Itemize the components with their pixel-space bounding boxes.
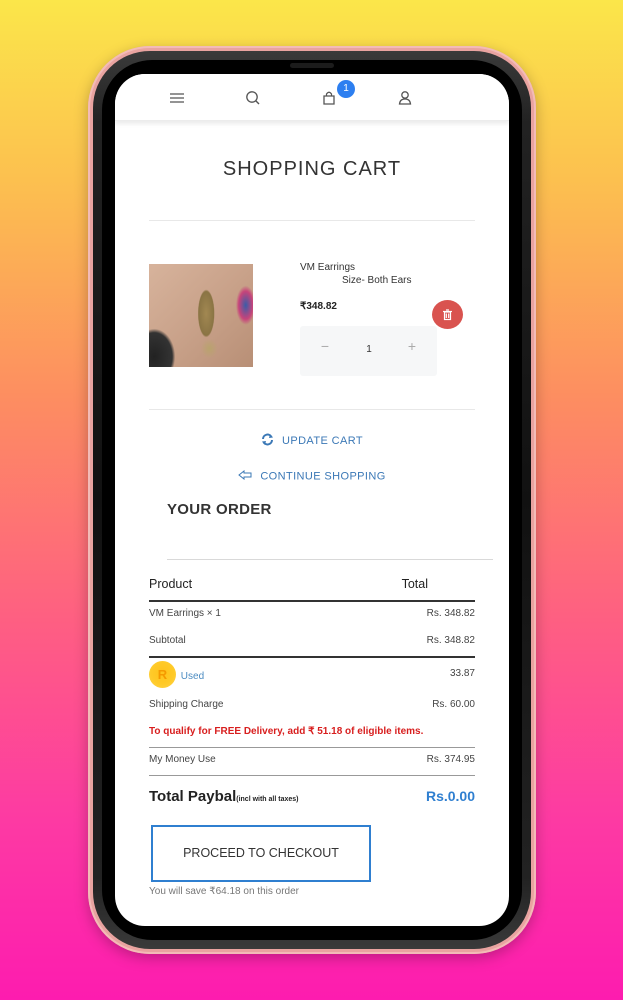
quantity-stepper: − 1 + [300,326,437,376]
divider [149,409,475,410]
product-price: ₹348.82 [300,301,337,312]
proceed-to-checkout-button[interactable]: PROCEED TO CHECKOUT [151,825,371,882]
divider [149,747,475,748]
subtotal-row: Subtotal Rs. 348.82 [149,635,475,646]
increase-quantity-button[interactable]: + [404,338,420,354]
update-cart-label: UPDATE CART [281,434,363,447]
order-heading: YOUR ORDER [167,501,272,518]
arrow-left-icon [238,469,252,483]
shipping-label: Shipping Charge [149,699,224,710]
product-name[interactable]: VM Earrings [300,262,355,273]
total-payable-label: Total Paybal(incl with all taxes) [149,788,299,805]
my-money-value: Rs. 374.95 [426,754,475,765]
total-label-text: Total Paybal [149,788,237,805]
quantity-input[interactable]: 1 [358,344,380,355]
product-image[interactable] [149,264,253,367]
subtotal-label: Subtotal [149,635,186,646]
tax-note: (incl with all taxes) [236,796,299,803]
refresh-icon [261,433,274,449]
subtotal-value: Rs. 348.82 [426,635,475,646]
update-cart-button[interactable]: UPDATE CART [115,433,509,449]
my-money-row: My Money Use Rs. 374.95 [149,754,475,765]
shipping-row: Shipping Charge Rs. 60.00 [149,699,475,710]
column-product: Product [149,577,193,591]
order-row-value: Rs. 348.82 [426,608,475,619]
divider [149,775,475,776]
coin-used-row: R Used 33.87 [149,661,475,691]
phone-speaker [290,63,334,68]
order-table-header: Product Total [149,577,475,591]
continue-shopping-link[interactable]: CONTINUE SHOPPING [115,469,509,483]
user-icon[interactable] [394,88,416,108]
order-row-label: VM Earrings × 1 [149,608,221,619]
top-nav-bar: 1 [115,74,509,121]
search-icon[interactable] [242,88,264,108]
decrease-quantity-button[interactable]: − [317,338,333,354]
shipping-value: Rs. 60.00 [432,699,475,710]
total-payable-value: Rs.0.00 [425,788,475,804]
column-total: Total [401,577,428,591]
coin-used-value: 33.87 [449,668,475,679]
divider [149,656,475,658]
divider [149,600,475,602]
remove-item-button[interactable] [432,300,463,329]
trash-icon [443,308,452,320]
product-size: Size- Both Ears [342,275,412,286]
order-row: VM Earrings × 1 Rs. 348.82 [149,608,475,619]
menu-icon[interactable] [166,88,188,108]
app-screen: 1 SHOPPING CART VM Earrings Size- Both E… [115,74,509,926]
coin-icon: R [149,661,176,688]
cart-count-badge: 1 [337,80,355,98]
continue-shopping-label: CONTINUE SHOPPING [260,470,386,483]
page-title: SHOPPING CART [222,158,402,180]
coin-used-label: Used [180,671,205,683]
divider [149,220,475,221]
savings-note: You will save ₹64.18 on this order [149,886,299,897]
free-delivery-notice: To qualify for FREE Delivery, add ₹ 51.1… [149,726,424,737]
divider [167,559,493,560]
my-money-label: My Money Use [149,754,216,765]
